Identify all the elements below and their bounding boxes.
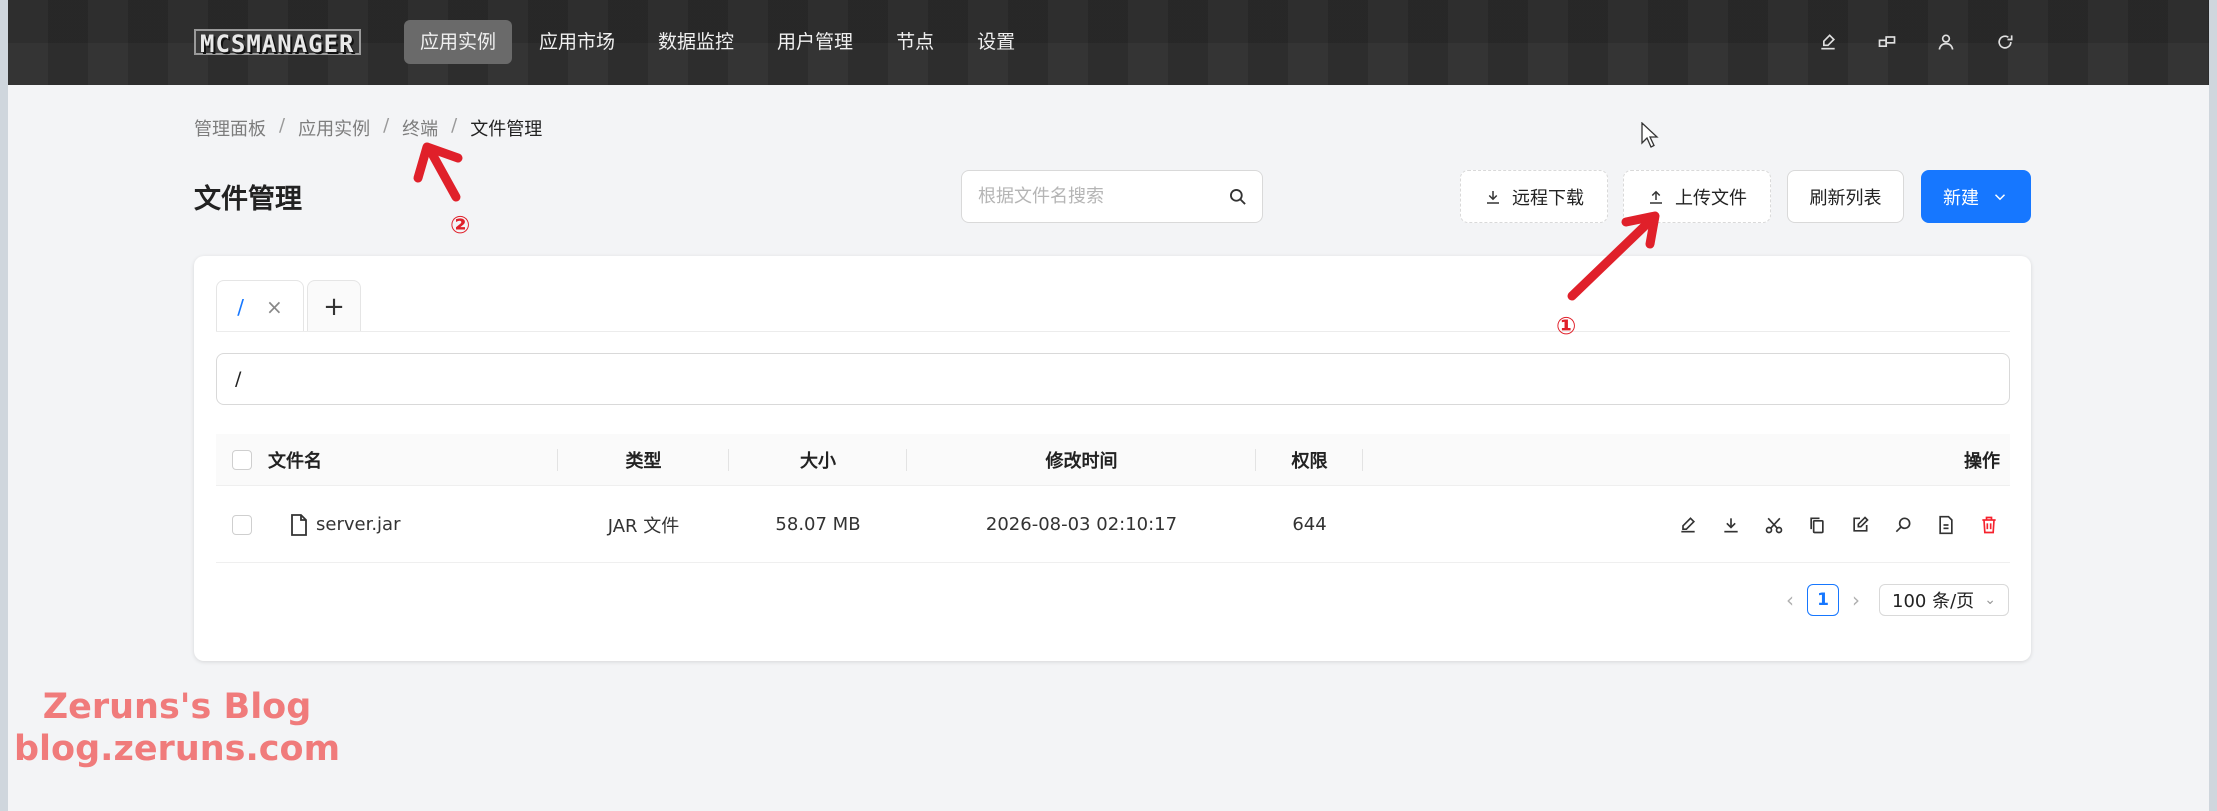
file-name[interactable]: server.jar: [316, 514, 400, 535]
watermark-line-2: blog.zeruns.com: [14, 729, 341, 769]
properties-icon[interactable]: [1935, 514, 1957, 536]
nav-item-nodes[interactable]: 节点: [880, 20, 950, 64]
rename-icon[interactable]: [1677, 514, 1699, 536]
next-page-button[interactable]: ›: [1845, 588, 1867, 612]
main-nav: 应用实例 应用市场 数据监控 用户管理 节点 设置: [404, 20, 1042, 64]
page-size-select[interactable]: 100 条/页 ⌄: [1879, 584, 2009, 616]
current-path-field[interactable]: /: [216, 353, 2010, 405]
path-tabs: / × +: [216, 280, 361, 332]
file-icon: [290, 513, 308, 536]
app-logo[interactable]: MCSMANAGER: [194, 29, 361, 57]
file-permission: 644: [1292, 514, 1327, 535]
nav-item-settings[interactable]: 设置: [961, 20, 1031, 64]
breadcrumb-file-manager: 文件管理: [470, 119, 543, 140]
current-path-value: /: [235, 368, 242, 390]
plus-icon: +: [323, 291, 345, 322]
column-header-permission: 权限: [1256, 434, 1363, 485]
column-header-type: 类型: [558, 434, 729, 485]
page-number-1[interactable]: 1: [1807, 584, 1839, 616]
copy-icon[interactable]: [1806, 514, 1828, 536]
upload-file-button[interactable]: 上传文件: [1623, 170, 1771, 223]
file-search-input[interactable]: [978, 186, 1228, 207]
logout-icon[interactable]: [1991, 28, 2019, 56]
select-all-checkbox[interactable]: [232, 449, 252, 470]
add-tab-button[interactable]: +: [307, 280, 361, 332]
breadcrumb: 管理面板 / 应用实例 / 终端 / 文件管理: [194, 115, 542, 141]
cut-icon[interactable]: [1763, 514, 1785, 536]
download-icon[interactable]: [1720, 514, 1742, 536]
breadcrumb-separator: /: [383, 115, 390, 136]
annotation-label-2: ②: [450, 211, 471, 239]
page-title: 文件管理: [194, 184, 302, 215]
select-all-cell: [226, 434, 258, 485]
close-icon[interactable]: ×: [266, 295, 283, 319]
edit-icon[interactable]: [1849, 514, 1871, 536]
column-header-modified: 修改时间: [907, 434, 1256, 485]
theme-brush-icon[interactable]: [1814, 28, 1842, 56]
upload-file-label: 上传文件: [1675, 187, 1747, 209]
page-size-value: 100 条/页: [1892, 591, 1975, 612]
breadcrumb-separator: /: [279, 115, 286, 136]
tab-divider: [216, 331, 2010, 332]
file-modified: 2026-08-03 02:10:17: [985, 514, 1178, 535]
remote-download-label: 远程下载: [1512, 187, 1584, 209]
user-icon[interactable]: [1932, 28, 1960, 56]
nav-icon-group: [1783, 28, 2019, 56]
tab-root[interactable]: / ×: [216, 280, 304, 332]
column-header-name: 文件名: [258, 434, 558, 485]
watermark-line-1: Zeruns's Blog: [42, 687, 312, 727]
breadcrumb-instances[interactable]: 应用实例: [298, 115, 370, 141]
layout-icon[interactable]: [1873, 28, 1901, 56]
nav-item-monitor[interactable]: 数据监控: [642, 20, 750, 64]
upload-icon: [1650, 190, 1662, 204]
breadcrumb-separator: /: [451, 115, 458, 136]
nav-item-market[interactable]: 应用市场: [523, 20, 631, 64]
chevron-down-icon: ⌄: [1984, 592, 1996, 608]
new-dropdown-button[interactable]: 新建: [1921, 170, 2031, 223]
file-manager-card: / × + / 文件名 类型 大小 修改时间 权限 操作 server.jar …: [194, 256, 2031, 661]
table-header: 文件名 类型 大小 修改时间 权限 操作: [216, 434, 2010, 486]
row-select-cell: [226, 487, 258, 562]
refresh-list-label: 刷新列表: [1809, 187, 1882, 209]
column-header-size: 大小: [729, 434, 907, 485]
column-header-actions: 操作: [1964, 450, 2000, 472]
search-icon[interactable]: [1892, 514, 1914, 536]
refresh-list-button[interactable]: 刷新列表: [1787, 170, 1904, 223]
nav-item-instances[interactable]: 应用实例: [404, 20, 513, 64]
pagination: ‹ 1 › 100 条/页 ⌄: [1779, 584, 2009, 616]
prev-page-button[interactable]: ‹: [1779, 588, 1801, 612]
file-size: 58.07 MB: [775, 514, 861, 535]
blog-watermark: Zeruns's Blog blog.zeruns.com: [14, 686, 340, 770]
file-search-box[interactable]: [961, 170, 1263, 223]
row-checkbox[interactable]: [232, 514, 252, 535]
file-type: JAR 文件: [607, 515, 680, 537]
file-name-cell[interactable]: server.jar: [258, 487, 558, 562]
top-nav-bar: MCSMANAGER 应用实例 应用市场 数据监控 用户管理 节点 设置: [8, 0, 2209, 85]
delete-icon[interactable]: [1978, 514, 2000, 536]
search-icon[interactable]: [1228, 187, 1248, 207]
tab-root-label: /: [237, 294, 244, 319]
mouse-cursor-icon: [1641, 122, 1659, 148]
row-actions: [1363, 487, 2010, 562]
remote-download-button[interactable]: 远程下载: [1460, 170, 1608, 223]
table-row[interactable]: server.jar JAR 文件 58.07 MB 2026-08-03 02…: [216, 487, 2010, 563]
chevron-down-icon: [1994, 193, 2006, 200]
nav-item-users[interactable]: 用户管理: [761, 20, 869, 64]
new-label: 新建: [1943, 187, 1979, 209]
breadcrumb-terminal[interactable]: 终端: [402, 115, 438, 141]
annotation-label-1: ①: [1556, 312, 1577, 340]
breadcrumb-dashboard[interactable]: 管理面板: [194, 115, 266, 141]
download-icon: [1487, 190, 1499, 204]
